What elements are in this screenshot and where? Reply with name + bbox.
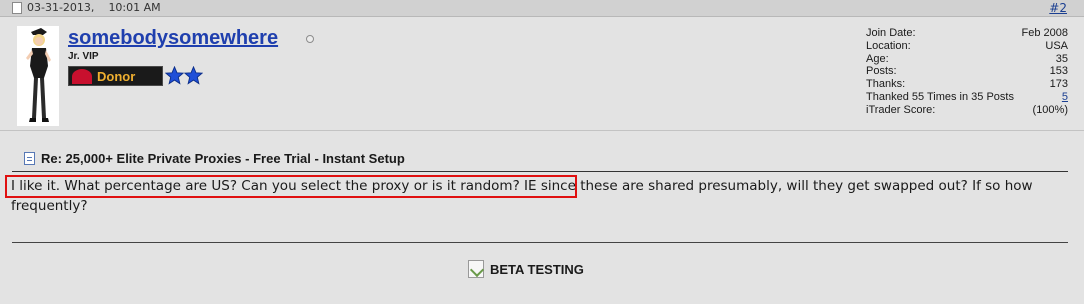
post-title-row: Re: 25,000+ Elite Private Proxies - Free…: [24, 149, 405, 167]
document-icon: [24, 151, 35, 165]
avatar-figure-icon: [17, 26, 59, 126]
thanked-posts-link[interactable]: 5: [1062, 91, 1068, 104]
post-date: 03-31-2013, 10:01 AM: [27, 0, 161, 16]
signature-divider: [12, 242, 1068, 243]
user-info-bar: somebodysomewhere Jr. VIP Donor Join Dat…: [0, 18, 1084, 131]
stat-join-date: Join Date: Feb 2008: [866, 27, 1068, 39]
star-icon: [165, 66, 184, 85]
signature-text: BETA TESTING: [490, 261, 584, 277]
post-date-time: 10:01 AM: [108, 1, 161, 14]
stat-age: Age: 35: [866, 52, 1068, 65]
post-number-link[interactable]: #2: [1049, 0, 1067, 16]
post-status-icon: [12, 2, 22, 14]
signature: BETA TESTING: [468, 260, 584, 278]
title-divider: [12, 171, 1068, 172]
stat-thanks: Thanks: 173: [866, 78, 1068, 91]
username-link[interactable]: somebodysomewhere: [68, 26, 278, 50]
offline-status-icon: [306, 35, 314, 43]
star-icon: [184, 66, 203, 85]
stat-location: Location: USA: [866, 39, 1068, 52]
donor-logo-icon: [72, 69, 92, 84]
donor-badge: Donor: [68, 66, 163, 86]
post-header-bar: 03-31-2013, 10:01 AM #2: [0, 0, 1084, 17]
highlight-box: [5, 175, 577, 198]
user-stats: Join Date: Feb 2008 Location: USA Age: 3…: [866, 27, 1068, 117]
donor-badge-label: Donor: [97, 69, 136, 84]
stat-posts: Posts: 153: [866, 65, 1068, 78]
broken-image-icon: [468, 260, 484, 278]
post-date-day: 03-31-2013,: [27, 1, 95, 14]
user-title: Jr. VIP: [68, 51, 99, 62]
rank-stars: [165, 66, 203, 86]
stat-thanked: Thanked 55 Times in 35 Posts 5: [866, 90, 1068, 104]
stat-itrader: iTrader Score: (100%): [866, 103, 1068, 116]
avatar[interactable]: [17, 26, 59, 126]
post-title: Re: 25,000+ Elite Private Proxies - Free…: [41, 150, 405, 166]
